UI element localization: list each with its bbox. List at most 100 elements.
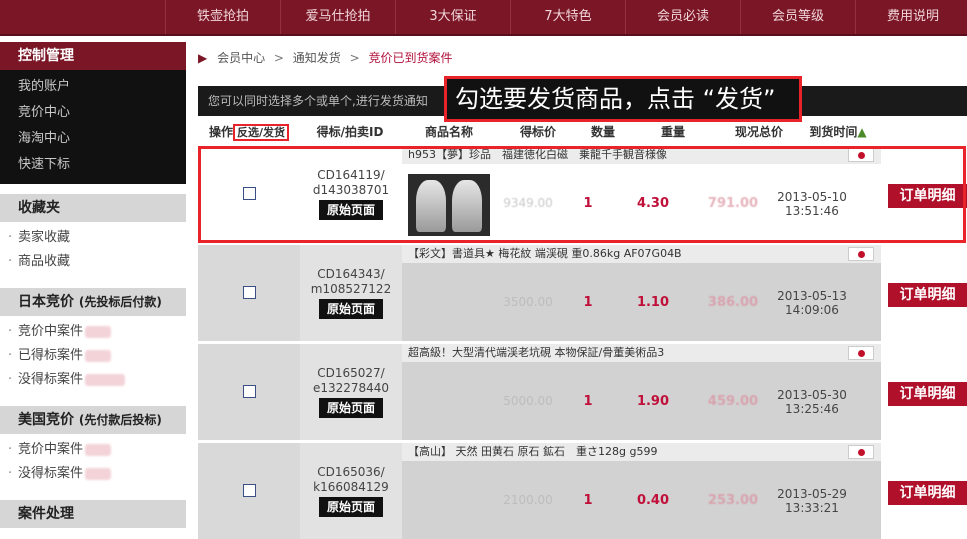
sidebar-item-item-fav[interactable]: 商品收藏 <box>6 250 186 274</box>
japan-flag-icon <box>848 148 874 162</box>
sidebar-control-links: 我的账户 竞价中心 海淘中心 快速下标 <box>0 70 186 184</box>
breadcrumb-notify-shipping[interactable]: 通知发货 <box>293 51 341 65</box>
table-row: 【彩文】書道具★ 梅花紋 端渓硯 重0.86kg AF07G04B CD1643… <box>198 245 967 341</box>
table-row: 【高山】 天然 田黄石 原石 鉱石 重さ128g g599 CD165036/k… <box>198 443 967 539</box>
japan-flag-icon <box>848 346 874 360</box>
breadcrumb: ▶ 会员中心 > 通知发货 > 竞价已到货案件 <box>198 48 453 68</box>
sidebar-item-jp-lost[interactable]: 没得标案件 <box>6 368 186 392</box>
row-qty: 1 <box>583 196 593 211</box>
row-qty: 1 <box>583 493 593 508</box>
sidebar-item-seller-fav[interactable]: 卖家收藏 <box>6 226 186 250</box>
sidebar-item-jp-won[interactable]: 已得标案件 <box>6 344 186 368</box>
sidebar-item-us-lost[interactable]: 没得标案件 <box>6 462 186 486</box>
row-item-title[interactable]: 超高級！大型清代端渓老坑硯 本物保証/骨董美術品3 <box>402 344 881 362</box>
order-detail-button[interactable]: 订单明细 <box>888 382 967 406</box>
auction-id: e132278440 <box>312 381 390 395</box>
breadcrumb-home[interactable]: 会员中心 <box>217 51 265 65</box>
col-name: 商品名称 <box>424 125 473 139</box>
original-page-button[interactable]: 原始页面 <box>319 200 383 220</box>
breadcrumb-separator: > <box>349 51 360 65</box>
row-arrival-time: 2013-05-10 13:51:46 <box>776 190 848 218</box>
sidebar-fav-links: 卖家收藏 商品收藏 <box>0 222 186 278</box>
col-op-label: 操作 <box>208 125 233 139</box>
nav-features[interactable]: 7大特色 <box>510 0 625 34</box>
order-detail-button[interactable]: 订单明细 <box>888 184 967 208</box>
arrival-date: 2013-05-10 <box>777 190 847 204</box>
row-auction-id[interactable]: CD165036/k166084129 <box>300 465 402 495</box>
sidebar-item-us-bidding[interactable]: 竞价中案件 <box>6 438 186 462</box>
breadcrumb-separator: > <box>273 51 284 65</box>
row-item-title[interactable]: 【彩文】書道具★ 梅花紋 端渓硯 重0.86kg AF07G04B <box>402 245 881 263</box>
col-op: 操作 反选/发货 <box>198 122 300 142</box>
row-price: 5000.00 <box>503 394 553 408</box>
page: 铁壶抢拍 爱马仕抢拍 3大保证 7大特色 会员必读 会员等级 费用说明 控制管理… <box>0 0 967 539</box>
table-row: 超高級！大型清代端渓老坑硯 本物保証/骨董美術品3 CD165027/e1322… <box>198 344 967 440</box>
row-qty: 1 <box>583 394 593 409</box>
original-page-button[interactable]: 原始页面 <box>319 299 383 319</box>
sidebar: 控制管理 我的账户 竞价中心 海淘中心 快速下标 收藏夹 卖家收藏 商品收藏 日… <box>0 42 186 539</box>
sidebar-jp-links: 竞价中案件 已得标案件 没得标案件 <box>0 316 186 396</box>
row-arrival-time: 2013-05-30 13:25:46 <box>776 388 848 416</box>
row-total: 791.00 <box>707 196 759 211</box>
row-price: 3500.00 <box>503 295 553 309</box>
sidebar-item-haitao-center[interactable]: 海淘中心 <box>0 126 186 152</box>
row-select-checkbox[interactable] <box>243 187 256 200</box>
nav-guarantees[interactable]: 3大保证 <box>395 0 510 34</box>
original-page-button[interactable]: 原始页面 <box>319 497 383 517</box>
sidebar-control-title: 控制管理 <box>0 42 186 70</box>
original-page-button[interactable]: 原始页面 <box>319 398 383 418</box>
row-select-checkbox[interactable] <box>243 484 256 497</box>
item-thumbnail[interactable] <box>408 174 490 236</box>
nav-member-level[interactable]: 会员等级 <box>740 0 855 34</box>
arrival-date: 2013-05-29 <box>777 487 847 501</box>
auction-id: m108527122 <box>310 282 392 296</box>
table-header: 操作 反选/发货 得标/拍卖ID 商品名称 得标价 数量 重量 现况总价 到货时间… <box>198 122 967 142</box>
arrival-clock: 14:09:06 <box>785 303 839 317</box>
row-item-title[interactable]: 【高山】 天然 田黄石 原石 鉱石 重さ128g g599 <box>402 443 881 461</box>
row-auction-id[interactable]: CD164119/d143038701 <box>300 168 402 198</box>
row-select-checkbox[interactable] <box>243 286 256 299</box>
sidebar-us-subtitle: (先付款后投标) <box>78 413 162 427</box>
arrival-clock: 13:33:21 <box>785 501 839 515</box>
sidebar-item-my-account[interactable]: 我的账户 <box>0 74 186 100</box>
row-weight: 0.40 <box>636 493 670 508</box>
top-nav: 铁壶抢拍 爱马仕抢拍 3大保证 7大特色 会员必读 会员等级 费用说明 <box>165 0 967 34</box>
auction-id: d143038701 <box>312 183 390 197</box>
nav-fees[interactable]: 费用说明 <box>855 0 967 34</box>
col-qty: 数量 <box>590 125 615 139</box>
sidebar-item-quick-bid[interactable]: 快速下标 <box>0 152 186 178</box>
row-select-checkbox[interactable] <box>243 385 256 398</box>
row-price: 9349.00 <box>503 196 553 210</box>
row-auction-id[interactable]: CD165027/e132278440 <box>300 366 402 396</box>
nav-tieqiang[interactable]: 铁壶抢拍 <box>165 0 280 34</box>
col-time[interactable]: 到货时间▲ <box>800 122 876 142</box>
row-total: 386.00 <box>707 295 759 310</box>
order-id: CD164119/ <box>317 168 385 182</box>
row-item-title[interactable]: h953【夢】珍品 福建徳化白磁 乗龍千手観音様像 <box>402 146 881 164</box>
col-id: 得标/拍卖ID <box>316 125 384 139</box>
order-detail-button[interactable]: 订单明细 <box>888 481 967 505</box>
row-price: 2100.00 <box>503 493 553 507</box>
japan-flag-icon <box>848 247 874 261</box>
nav-hermes[interactable]: 爱马仕抢拍 <box>280 0 395 34</box>
sidebar-item-label: 没得标案件 <box>18 466 84 481</box>
sidebar-item-jp-bidding[interactable]: 竞价中案件 <box>6 320 186 344</box>
row-arrival-time: 2013-05-13 14:09:06 <box>776 289 848 317</box>
order-id: CD164343/ <box>317 267 385 281</box>
sort-up-icon[interactable]: ▲ <box>857 125 866 139</box>
order-detail-button[interactable]: 订单明细 <box>888 283 967 307</box>
sidebar-item-label: 竞价中案件 <box>18 442 84 457</box>
nav-member-guide[interactable]: 会员必读 <box>625 0 740 34</box>
invert-ship-button[interactable]: 反选/发货 <box>232 124 290 141</box>
auction-id: k166084129 <box>313 480 389 494</box>
blurred-count <box>85 467 112 480</box>
sidebar-item-label: 没得标案件 <box>18 372 84 387</box>
arrival-clock: 13:51:46 <box>785 204 839 218</box>
order-id: CD165036/ <box>317 465 385 479</box>
row-auction-id[interactable]: CD164343/m108527122 <box>300 267 402 297</box>
sidebar-item-bidding-center[interactable]: 竞价中心 <box>0 100 186 126</box>
sidebar-item-label: 竞价中案件 <box>18 324 84 339</box>
sidebar-case-title: 案件处理 <box>0 500 186 528</box>
breadcrumb-current: 竞价已到货案件 <box>368 51 453 65</box>
row-qty: 1 <box>583 295 593 310</box>
